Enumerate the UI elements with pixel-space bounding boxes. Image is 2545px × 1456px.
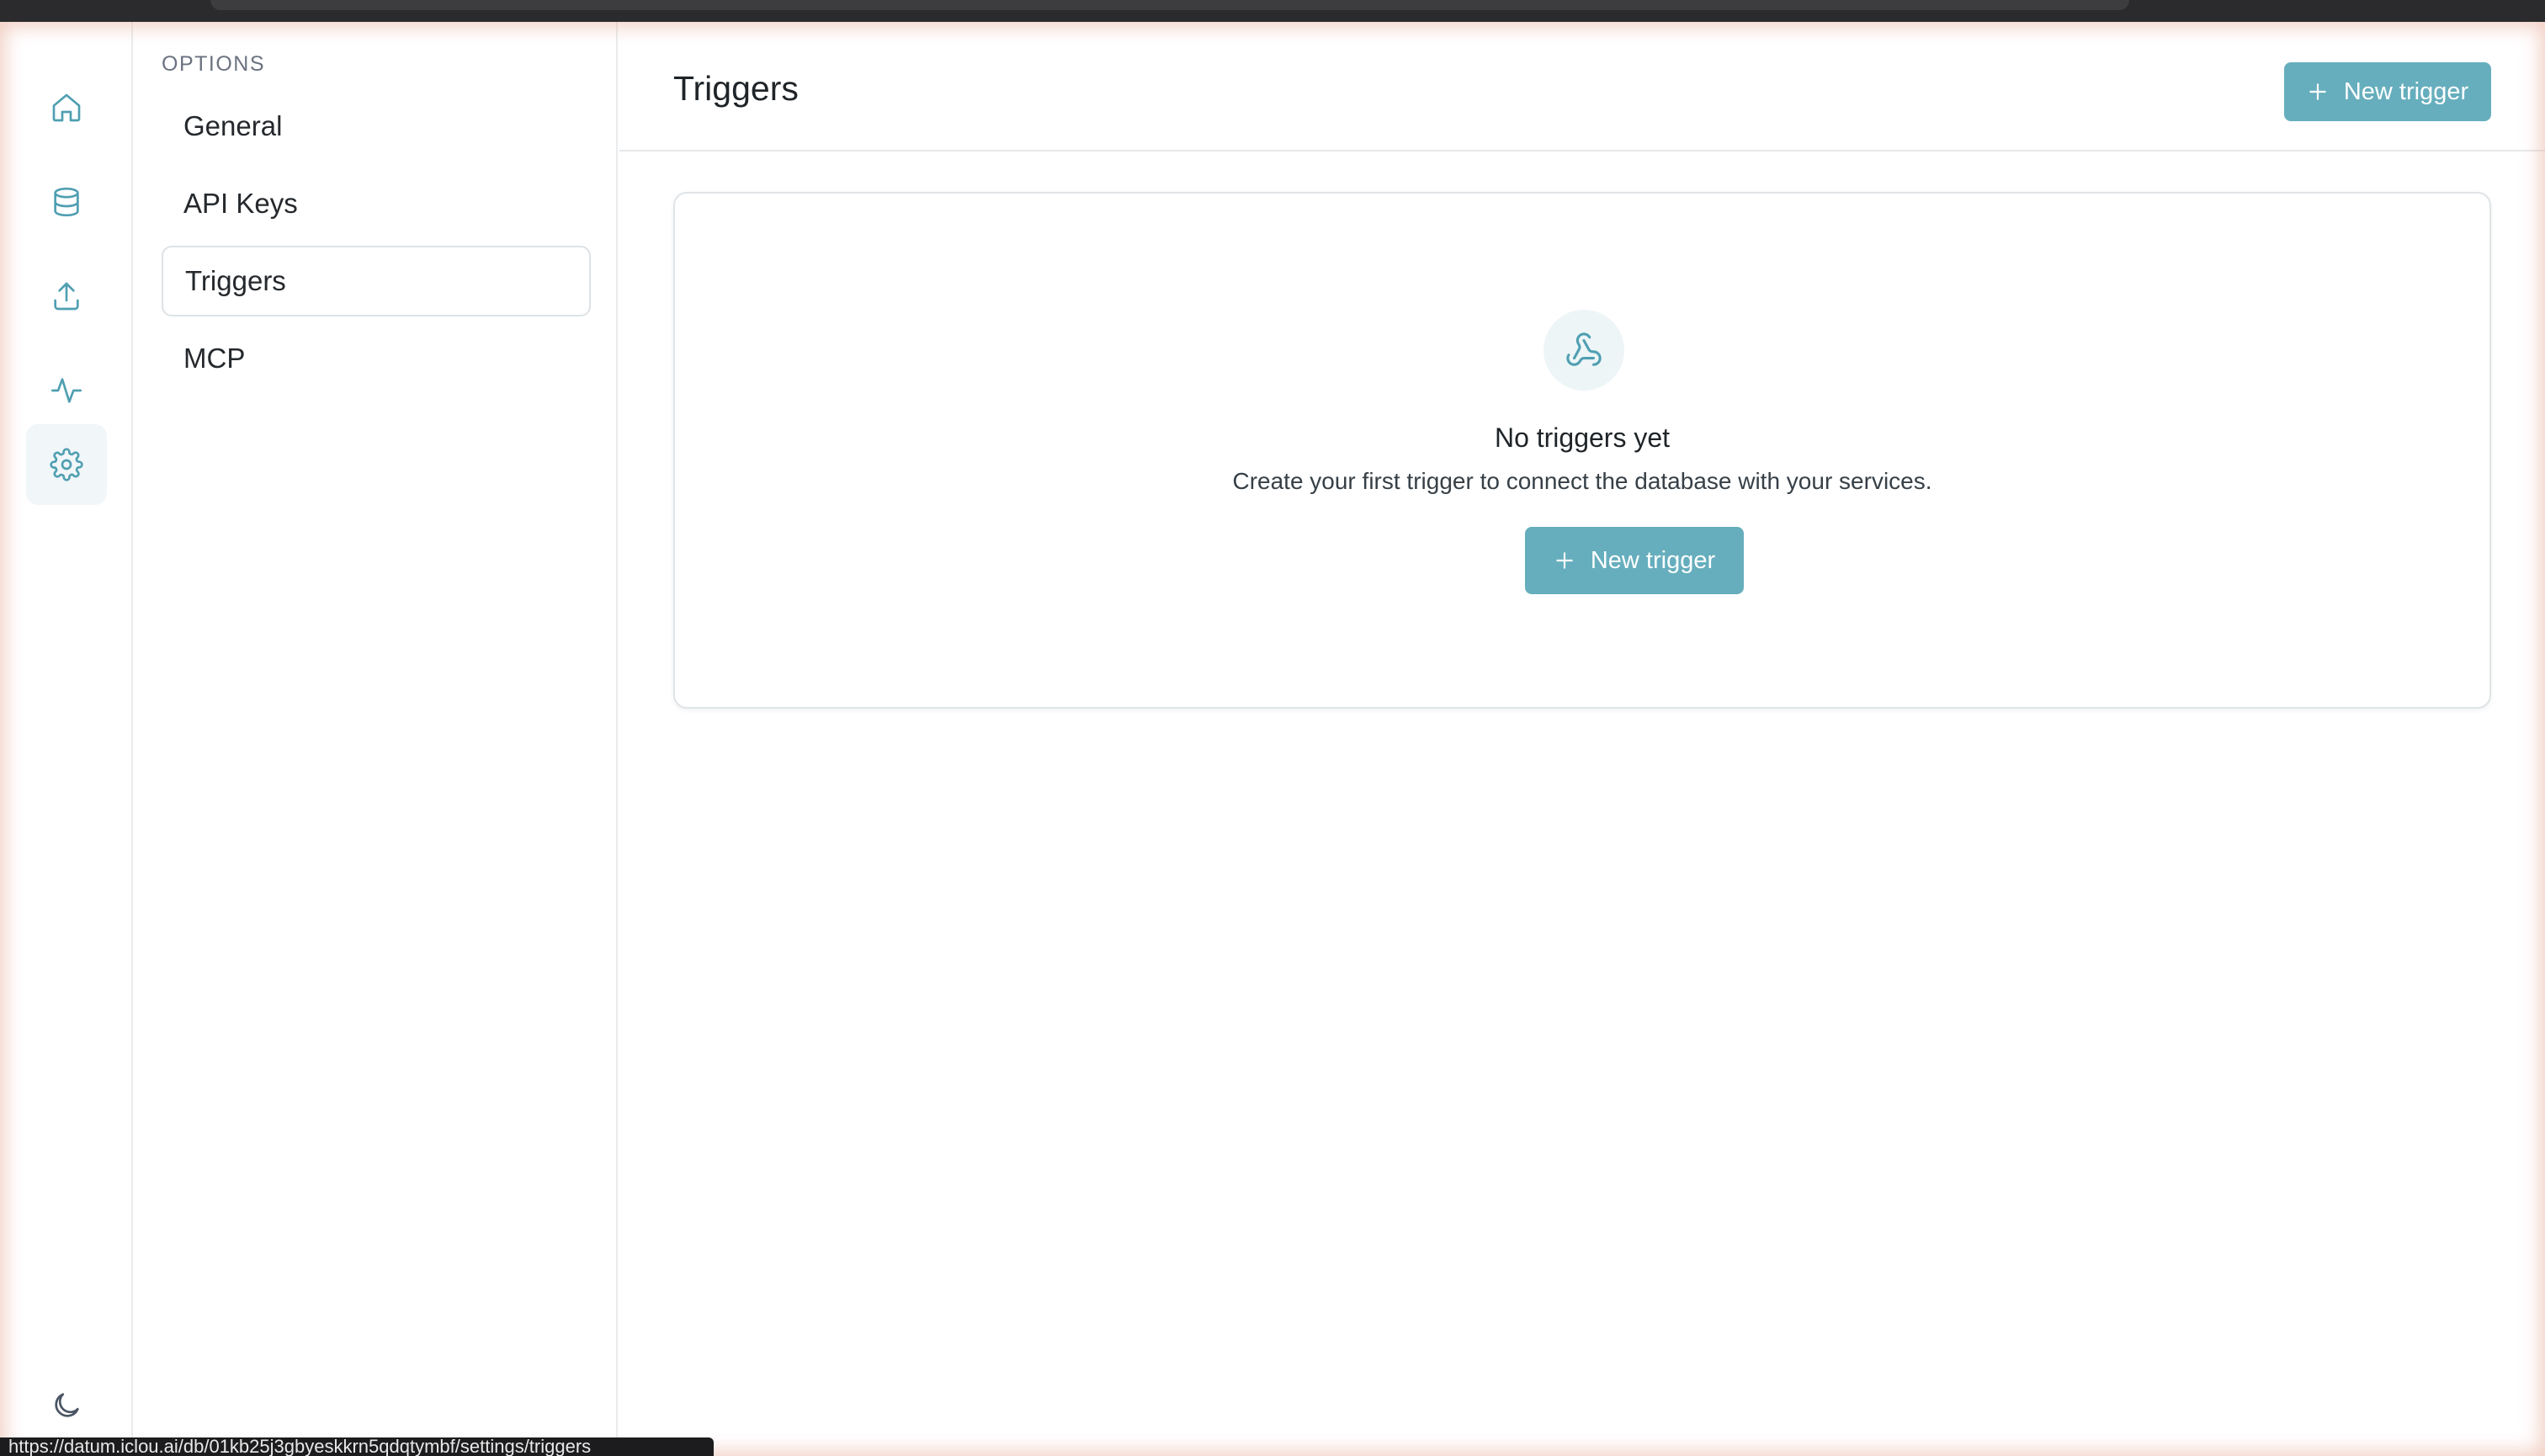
option-api-keys[interactable]: API Keys [162,168,591,239]
browser-top-bar [0,0,2545,22]
option-label: API Keys [183,188,298,219]
page-header: Triggers New trigger [619,22,2545,151]
option-label: Triggers [185,265,286,296]
option-general[interactable]: General [162,91,591,162]
options-panel: OPTIONS General API Keys Triggers MCP [135,22,618,1456]
home-icon [52,93,81,122]
rail-home-button[interactable] [26,67,107,148]
plus-icon [1556,552,1573,569]
rail-activity-button[interactable] [26,350,107,431]
new-trigger-button[interactable]: New trigger [2284,62,2491,121]
button-label: New trigger [1590,546,1716,574]
theme-toggle-button[interactable] [26,1365,107,1446]
option-label: MCP [183,343,246,374]
option-triggers[interactable]: Triggers [162,246,591,316]
activity-icon [51,378,82,403]
rail-upload-button[interactable] [26,256,107,337]
webhook-icon [1566,332,1602,366]
empty-state-title: No triggers yet [1494,422,1671,453]
empty-state-description: Create your first trigger to connect the… [1232,468,1932,494]
moon-icon [55,1393,79,1417]
browser-address-bar[interactable] [210,0,2129,10]
empty-new-trigger-button[interactable]: New trigger [1525,527,1744,594]
gear-icon [50,448,83,481]
rail-database-button[interactable] [26,162,107,242]
database-icon [54,187,79,217]
options-heading: OPTIONS [162,52,266,76]
upload-icon [54,282,79,311]
rail-settings-button[interactable] [26,424,107,505]
icon-rail [0,22,133,1456]
empty-state-icon-circle [1543,310,1624,391]
option-mcp[interactable]: MCP [162,323,591,394]
page-title: Triggers [673,69,799,108]
empty-state-card: No triggers yet Create your first trigge… [673,192,2491,709]
button-label: New trigger [2343,77,2469,105]
option-label: General [183,110,283,141]
main-content: Triggers New trigger No triggers yet Cre… [619,22,2545,1456]
status-bar-url: https://datum.iclou.ai/db/01kb25j3gbyesk… [0,1437,714,1456]
plus-icon [2309,83,2326,100]
